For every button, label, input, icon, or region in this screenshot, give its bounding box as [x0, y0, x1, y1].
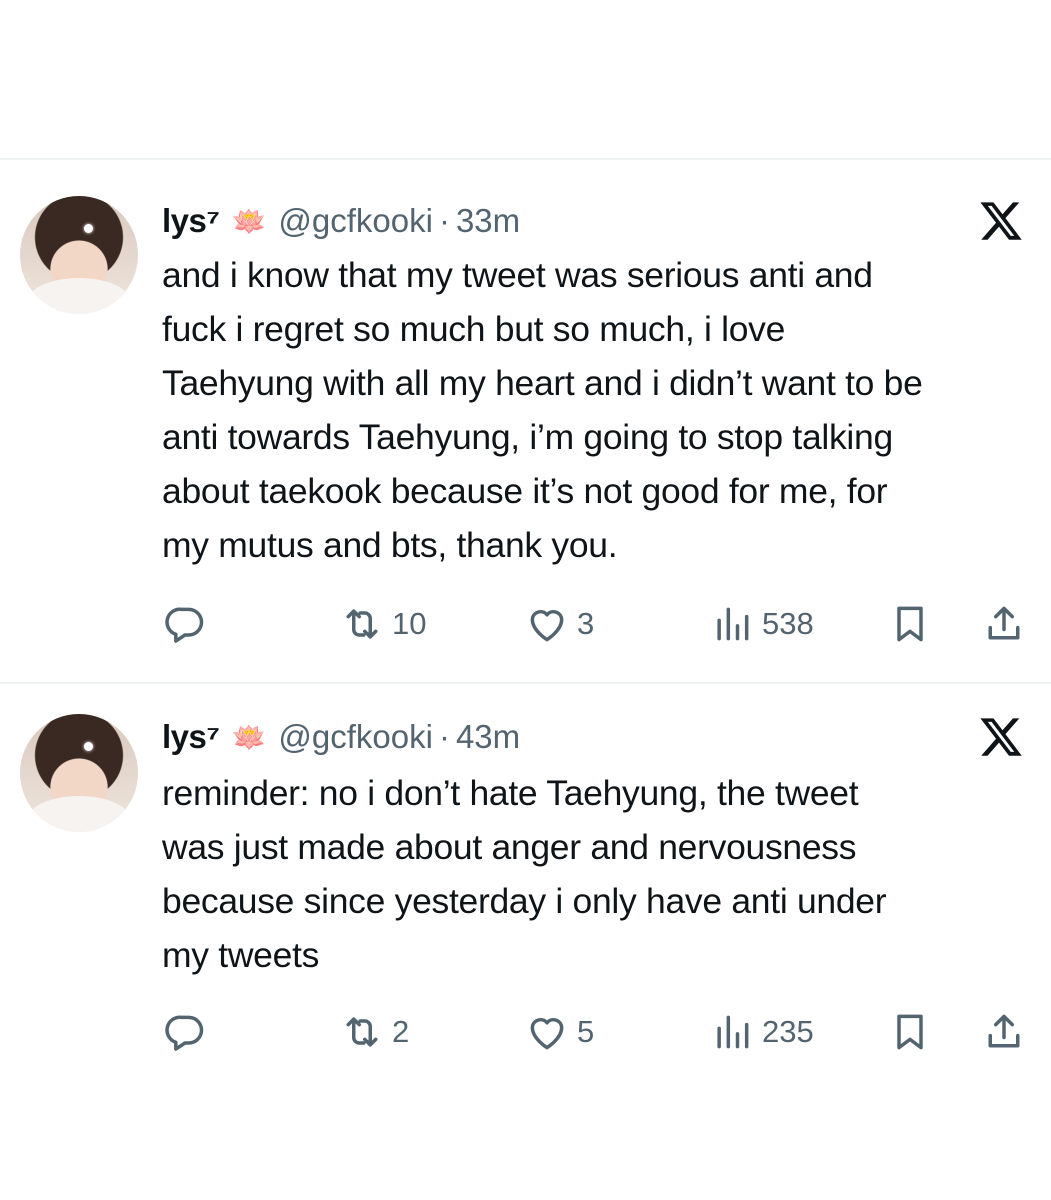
- tweet-text: reminder: no i don’t hate Taehyung, the …: [162, 773, 887, 975]
- like-count: 3: [577, 606, 595, 641]
- separator: ·: [438, 718, 450, 755]
- reply-button[interactable]: [163, 602, 207, 646]
- like-button[interactable]: 3: [525, 602, 594, 646]
- views-icon: [717, 1015, 749, 1049]
- heart-icon: [530, 1018, 564, 1050]
- avatar[interactable]: [20, 714, 138, 832]
- repost-icon: [346, 609, 378, 639]
- lotus-emoji: 🪷: [231, 205, 267, 237]
- share-icon: [988, 606, 1020, 640]
- tweet-text: and i know that my tweet was serious ant…: [162, 255, 923, 565]
- bookmark-button[interactable]: [888, 602, 932, 646]
- avatar[interactable]: [20, 196, 138, 314]
- share-icon: [988, 1014, 1020, 1048]
- lotus-emoji: 🪷: [231, 721, 267, 753]
- like-button[interactable]: 5: [525, 1010, 594, 1054]
- repost-button[interactable]: 2: [340, 1010, 409, 1054]
- view-count: 538: [762, 606, 814, 641]
- repost-button[interactable]: 10: [340, 602, 426, 646]
- share-button[interactable]: [982, 1010, 1026, 1054]
- tweet-divider: [0, 682, 1051, 684]
- like-count: 5: [577, 1014, 595, 1049]
- repost-count: 2: [392, 1014, 410, 1049]
- bookmark-icon: [897, 606, 923, 642]
- repost-icon: [346, 1017, 378, 1047]
- bookmark-button[interactable]: [888, 1010, 932, 1054]
- views-button[interactable]: 538: [710, 602, 814, 646]
- user-handle[interactable]: @gcfkooki: [278, 202, 433, 240]
- view-count: 235: [762, 1014, 814, 1049]
- tweet-header: lys⁷ 🪷 @gcfkooki · 33m: [162, 198, 520, 244]
- reply-icon: [165, 607, 204, 643]
- share-button[interactable]: [982, 602, 1026, 646]
- heart-icon: [530, 610, 564, 642]
- top-divider: [0, 158, 1051, 160]
- tweet-header: lys⁷ 🪷 @gcfkooki · 43m: [162, 714, 520, 760]
- repost-count: 10: [392, 606, 427, 641]
- user-handle[interactable]: @gcfkooki: [278, 718, 433, 756]
- display-name[interactable]: lys⁷: [162, 202, 220, 240]
- display-name[interactable]: lys⁷: [162, 718, 220, 756]
- views-button[interactable]: 235: [710, 1010, 814, 1054]
- views-icon: [717, 607, 749, 641]
- bookmark-icon: [897, 1014, 923, 1050]
- timestamp[interactable]: 33m: [456, 202, 520, 240]
- reply-icon: [165, 1015, 204, 1051]
- x-logo-icon: [980, 718, 1022, 756]
- separator: ·: [438, 202, 450, 239]
- reply-button[interactable]: [163, 1010, 207, 1054]
- timestamp[interactable]: 43m: [456, 718, 520, 756]
- x-logo-icon: [980, 202, 1022, 240]
